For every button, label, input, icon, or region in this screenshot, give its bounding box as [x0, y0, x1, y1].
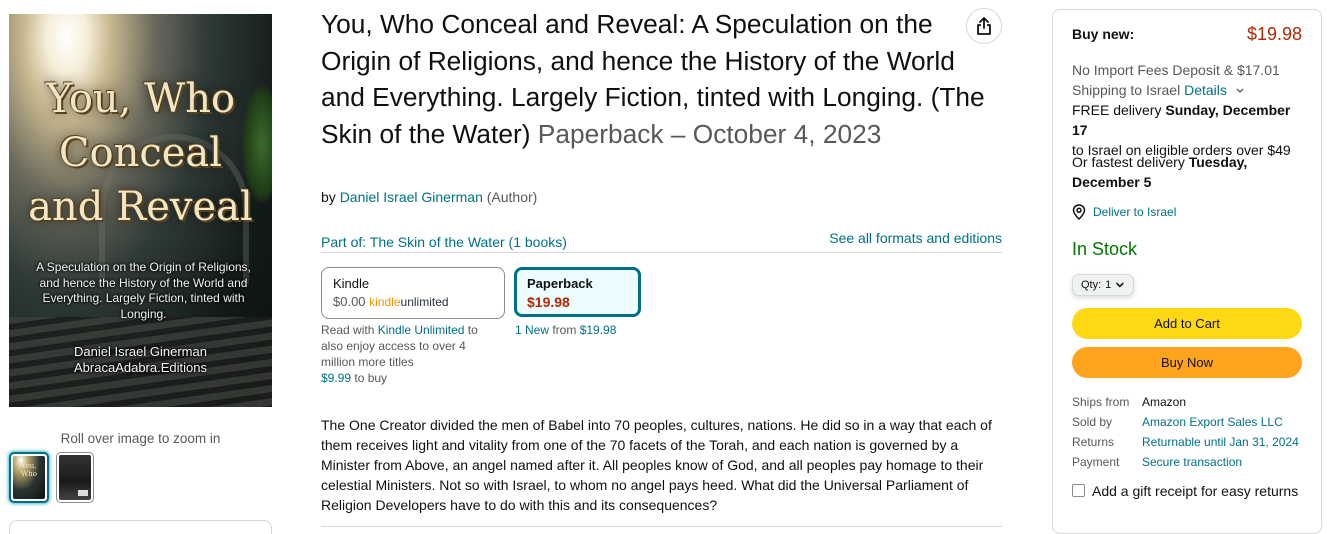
location-pin-icon	[1072, 204, 1086, 220]
kindle-unlimited-logo: kindleunlimited	[369, 295, 448, 309]
cover-title-line: You, Who	[45, 76, 236, 122]
format-price: $19.98	[527, 294, 570, 310]
format-name: Kindle	[333, 276, 370, 291]
thumbnail-front-title: You, Who	[21, 462, 37, 478]
ku-unlimited-text: unlimited	[400, 295, 449, 309]
payment-link[interactable]: Secure transaction	[1142, 452, 1242, 472]
share-icon	[977, 17, 991, 35]
sold-by-row: Sold by Amazon Export Sales LLC	[1072, 412, 1302, 432]
author-role: (Author)	[486, 189, 538, 205]
kindle-unlimited-link[interactable]: Kindle Unlimited	[378, 323, 465, 337]
ships-from-label: Ships from	[1072, 395, 1130, 409]
product-cover-image[interactable]: You, Who Conceal and Reveal A Speculatio…	[9, 14, 272, 407]
gift-receipt-option[interactable]: Add a gift receipt for easy returns	[1072, 481, 1302, 501]
sold-by-label: Sold by	[1072, 415, 1113, 429]
description-divider	[321, 526, 1002, 527]
shipping-label: Shipping to Israel	[1072, 82, 1185, 98]
cover-subtitle: A Speculation on the Origin of Religions…	[36, 260, 251, 321]
cover-author: Daniel Israel Ginerman	[74, 344, 207, 359]
stock-status: In Stock	[1072, 239, 1138, 259]
seller-info-table: Ships from Amazon Sold by Amazon Export Sa…	[1072, 392, 1302, 472]
quantity-select[interactable]: Qty: 1	[1072, 274, 1134, 296]
product-description: The One Creator divided the men of Babel…	[321, 417, 992, 513]
buy-now-button[interactable]: Buy Now	[1072, 347, 1302, 378]
series-link[interactable]: Part of: The Skin of the Water (1 books)	[321, 234, 567, 250]
chevron-down-icon[interactable]	[1235, 87, 1245, 95]
qty-label: Qty:	[1081, 279, 1102, 291]
kindle-unlimited-note: Read with Kindle Unlimited to also enjoy…	[321, 322, 493, 386]
format-price: $0.00	[333, 294, 366, 309]
cover-title: You, Who Conceal and Reveal	[9, 72, 272, 234]
thumbnail-front-image: You, Who	[13, 456, 45, 499]
ships-from-value: Amazon	[1142, 395, 1187, 409]
format-swatch-kindle[interactable]: Kindle $0.00 kindleunlimited	[321, 267, 505, 319]
format-swatch-paperback[interactable]: Paperback $19.98	[514, 267, 641, 317]
product-title: You, Who Conceal and Reveal: A Speculati…	[321, 6, 1001, 152]
shipping-details-link[interactable]: Details	[1184, 82, 1227, 98]
sold-by-link[interactable]: Amazon Export Sales LLC	[1142, 412, 1283, 432]
cover-credits: Daniel Israel Ginerman AbracaAdabra.Edit…	[9, 344, 272, 376]
share-button[interactable]	[966, 8, 1002, 44]
gift-receipt-label: Add a gift receipt for easy returns	[1092, 483, 1299, 499]
deliver-to-link[interactable]: Deliver to Israel	[1093, 205, 1176, 219]
thumbnail-front-cover[interactable]: You, Who	[9, 452, 49, 503]
new-offers-link[interactable]: 1 New	[515, 323, 549, 337]
delivery-info: No Import Fees Deposit & $17.01 Shipping…	[1072, 60, 1302, 160]
format-name: Paperback	[527, 276, 593, 291]
zoom-hint: Roll over image to zoom in	[60, 431, 221, 446]
title-block: You, Who Conceal and Reveal: A Speculati…	[321, 6, 1001, 152]
byline: by Daniel Israel Ginerman (Author)	[321, 189, 537, 205]
see-all-formats-link[interactable]: See all formats and editions	[829, 230, 1002, 246]
format-price-row: $0.00 kindleunlimited	[333, 293, 493, 311]
add-to-cart-button[interactable]: Add to Cart	[1072, 308, 1302, 339]
offers-from-price[interactable]: $19.98	[580, 323, 617, 337]
ku-note-prefix: Read with	[321, 323, 378, 337]
thumbnail-back-cover[interactable]	[56, 452, 94, 503]
shipping-line: Shipping to Israel Details	[1072, 80, 1302, 100]
thumbnail-back-image	[59, 455, 91, 500]
returns-link[interactable]: Returnable until Jan 31, 2024	[1142, 432, 1299, 452]
paperback-offers: 1 New from $19.98	[515, 322, 616, 338]
product-format-date: Paperback – October 4, 2023	[537, 118, 882, 149]
kindle-buy-suffix: to buy	[351, 371, 388, 385]
payment-row: Payment Secure transaction	[1072, 452, 1302, 472]
chevron-down-icon	[1116, 282, 1125, 288]
returns-row: Returns Returnable until Jan 31, 2024	[1072, 432, 1302, 452]
by-label: by	[321, 189, 336, 205]
series-bar: Part of: The Skin of the Water (1 books)…	[321, 230, 1002, 253]
free-delivery-prefix: FREE delivery	[1072, 102, 1166, 118]
gift-receipt-checkbox[interactable]	[1072, 484, 1085, 497]
returns-label: Returns	[1072, 435, 1115, 449]
buy-box: Buy new: $19.98 No Import Fees Deposit &…	[1052, 9, 1322, 534]
author-link[interactable]: Daniel Israel Ginerman	[340, 189, 483, 205]
kindle-buy-price-link[interactable]: $9.99	[321, 371, 351, 385]
ships-from-row: Ships from Amazon	[1072, 392, 1302, 412]
fastest-delivery: Or fastest delivery Tuesday, December 5	[1072, 152, 1302, 192]
fastest-prefix: Or fastest delivery	[1072, 154, 1189, 170]
cover-title-line: Conceal	[58, 130, 223, 176]
buy-box-price: $19.98	[1246, 24, 1302, 44]
ku-kindle-text: kindle	[369, 295, 401, 309]
qty-value: 1	[1105, 279, 1112, 291]
cover-title-line: and Reveal	[28, 184, 253, 230]
import-fees: No Import Fees Deposit & $17.01	[1072, 62, 1280, 78]
gallery-more-button[interactable]	[9, 520, 272, 534]
free-delivery: FREE delivery Sunday, December 17 to Isr…	[1072, 100, 1302, 160]
cover-publisher: AbracaAdabra.Editions	[74, 360, 207, 375]
offers-from-label: from	[549, 323, 580, 337]
deliver-to[interactable]: Deliver to Israel	[1072, 204, 1302, 220]
payment-label: Payment	[1072, 455, 1120, 469]
